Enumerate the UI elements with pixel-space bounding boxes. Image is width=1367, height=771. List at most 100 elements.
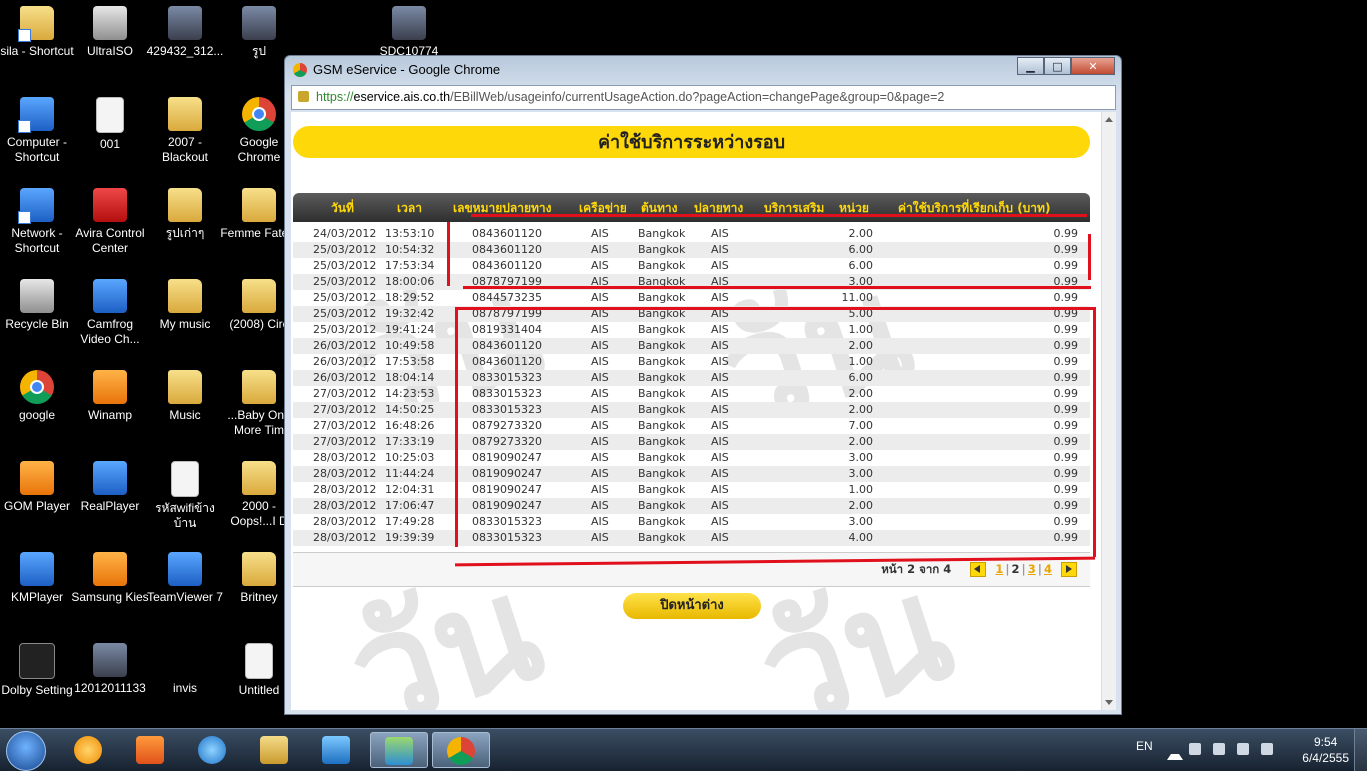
table-row: 26/03/2012 17:53:58 0843601120 AIS Bangkok AI… bbox=[293, 354, 1090, 370]
network-signal-icon[interactable] bbox=[1237, 743, 1249, 755]
taskbar-gom-player[interactable] bbox=[60, 732, 118, 768]
desktop-icon[interactable]: google bbox=[0, 364, 76, 423]
desktop-icon[interactable]: รูปเก่าๆ bbox=[146, 182, 224, 241]
cell-units: 6.00 bbox=[848, 371, 874, 384]
photo-icon bbox=[168, 6, 202, 40]
desktop-icon[interactable]: invis bbox=[146, 637, 224, 696]
desktop-icon[interactable]: My music bbox=[146, 273, 224, 332]
desktop-icon[interactable]: รูป bbox=[220, 0, 298, 59]
folder-icon bbox=[260, 736, 288, 764]
scroll-up-icon[interactable] bbox=[1105, 117, 1113, 122]
desktop-icon[interactable]: Winamp bbox=[71, 364, 149, 423]
folder-icon bbox=[168, 188, 202, 222]
desktop-icon[interactable]: 12012011133 bbox=[71, 637, 149, 696]
desktop-icon[interactable]: Music bbox=[146, 364, 224, 423]
cell-destination: AIS bbox=[711, 419, 729, 432]
language-indicator[interactable]: EN bbox=[1136, 739, 1153, 753]
desktop-icon[interactable]: 2007 - Blackout bbox=[146, 91, 224, 165]
cell-network: AIS bbox=[591, 291, 609, 304]
taskbar-messenger[interactable] bbox=[370, 732, 428, 768]
cell-destination: AIS bbox=[711, 227, 729, 240]
show-hidden-icons-icon[interactable] bbox=[1167, 746, 1183, 760]
url-path: /EBillWeb/usageinfo/currentUsageAction.d… bbox=[450, 90, 945, 104]
cell-network: AIS bbox=[591, 355, 609, 368]
taskbar-samsung-kies[interactable] bbox=[122, 732, 180, 768]
desktop-icon[interactable]: 429432_312... bbox=[146, 0, 224, 59]
taskbar-internet-explorer[interactable] bbox=[184, 732, 242, 768]
desktop-icon[interactable]: Camfrog Video Ch... bbox=[71, 273, 149, 347]
volume-icon[interactable] bbox=[1261, 743, 1273, 755]
next-page-icon[interactable] bbox=[1061, 562, 1077, 577]
cell-number: 0819090247 bbox=[472, 467, 542, 480]
desktop-icon[interactable]: UltraISO bbox=[71, 0, 149, 59]
scroll-down-icon[interactable] bbox=[1105, 700, 1113, 705]
desktop-icon[interactable]: TeamViewer 7 bbox=[146, 546, 224, 605]
cell-cost: 0.99 bbox=[1053, 483, 1079, 496]
desktop-icon-label: UltraISO bbox=[86, 44, 133, 58]
cell-date: 25/03/2012 bbox=[313, 323, 377, 336]
chrome-icon bbox=[293, 63, 307, 77]
address-bar[interactable]: https://eservice.ais.co.th/EBillWeb/usag… bbox=[291, 85, 1116, 110]
table-row: 27/03/2012 14:50:25 0833015323 AIS Bangkok AI… bbox=[293, 402, 1090, 418]
cell-origin: Bangkok bbox=[638, 467, 686, 480]
desktop-icon[interactable]: RealPlayer bbox=[71, 455, 149, 514]
table-row: 26/03/2012 10:49:58 0843601120 AIS Bangkok AI… bbox=[293, 338, 1090, 354]
desktop-icon[interactable]: sila - Shortcut bbox=[0, 0, 76, 59]
dark-icon bbox=[19, 643, 55, 679]
page-viewport: วัน วัน วัน วัน ค่าใช้บริการระหว่างรอบ ว… bbox=[291, 112, 1116, 710]
start-button[interactable] bbox=[6, 731, 46, 771]
show-desktop-button[interactable] bbox=[1354, 729, 1367, 771]
desktop-icon[interactable]: รหัสwifiข้างบ้าน bbox=[146, 455, 224, 531]
cell-cost: 0.99 bbox=[1053, 323, 1079, 336]
url-text[interactable]: https://eservice.ais.co.th/EBillWeb/usag… bbox=[316, 86, 944, 109]
annotation-line bbox=[455, 307, 458, 547]
desktop-icon[interactable]: Computer - Shortcut bbox=[0, 91, 76, 165]
pager-label: หน้า 2 จาก 4 bbox=[881, 562, 952, 576]
cell-number: 0833015323 bbox=[472, 531, 542, 544]
page-link[interactable]: 3 bbox=[1028, 562, 1036, 576]
close-window-button[interactable]: ปิดหน้าต่าง bbox=[623, 593, 761, 619]
desktop-icon[interactable]: Samsung Kies bbox=[71, 546, 149, 605]
desktop-icon[interactable]: Network - Shortcut bbox=[0, 182, 76, 256]
clock[interactable]: 9:54 6/4/2555 bbox=[1302, 734, 1349, 766]
device-icon[interactable] bbox=[1213, 743, 1225, 755]
close-button[interactable]: ✕ bbox=[1071, 57, 1115, 75]
cell-cost: 0.99 bbox=[1053, 451, 1079, 464]
desktop-icon[interactable]: 001 bbox=[71, 91, 149, 152]
cell-date: 25/03/2012 bbox=[313, 243, 377, 256]
cell-network: AIS bbox=[591, 499, 609, 512]
desktop-icon-label: Camfrog Video Ch... bbox=[80, 317, 140, 346]
page-link[interactable]: 4 bbox=[1044, 562, 1052, 576]
desktop-icon-label: invis bbox=[172, 681, 197, 695]
page-link[interactable]: 2 bbox=[1012, 562, 1020, 576]
cell-time: 19:32:42 bbox=[385, 307, 435, 320]
cell-units: 2.00 bbox=[848, 403, 874, 416]
desktop-icon[interactable]: SDC10774 bbox=[370, 0, 448, 59]
desktop-icon[interactable]: Dolby Setting bbox=[0, 637, 76, 698]
desktop-icon-label: รหัสwifiข้างบ้าน bbox=[155, 501, 215, 530]
cell-units: 1.00 bbox=[848, 355, 874, 368]
page-link[interactable]: 1 bbox=[995, 562, 1003, 576]
cell-number: 0819090247 bbox=[472, 451, 542, 464]
desktop-icon[interactable]: Avira Control Center bbox=[71, 182, 149, 256]
cell-origin: Bangkok bbox=[638, 243, 686, 256]
taskbar-media-player[interactable] bbox=[308, 732, 366, 768]
cell-origin: Bangkok bbox=[638, 483, 686, 496]
cell-origin: Bangkok bbox=[638, 387, 686, 400]
blue-icon bbox=[168, 552, 202, 586]
desktop-icon[interactable]: GOM Player bbox=[0, 455, 76, 514]
maximize-button[interactable]: □ bbox=[1044, 57, 1071, 75]
cell-time: 18:00:06 bbox=[385, 275, 435, 288]
cell-origin: Bangkok bbox=[638, 419, 686, 432]
taskbar-explorer[interactable] bbox=[246, 732, 304, 768]
cell-date: 28/03/2012 bbox=[313, 531, 377, 544]
desktop-icon[interactable]: Recycle Bin bbox=[0, 273, 76, 332]
cell-network: AIS bbox=[591, 387, 609, 400]
desktop-icon[interactable]: KMPlayer bbox=[0, 546, 76, 605]
taskbar-chrome[interactable] bbox=[432, 732, 490, 768]
prev-page-icon[interactable] bbox=[970, 562, 987, 577]
cell-network: AIS bbox=[591, 227, 609, 240]
vertical-scrollbar[interactable] bbox=[1101, 112, 1116, 710]
flag-icon[interactable] bbox=[1189, 743, 1201, 755]
minimize-button[interactable]: ▁ bbox=[1017, 57, 1044, 75]
